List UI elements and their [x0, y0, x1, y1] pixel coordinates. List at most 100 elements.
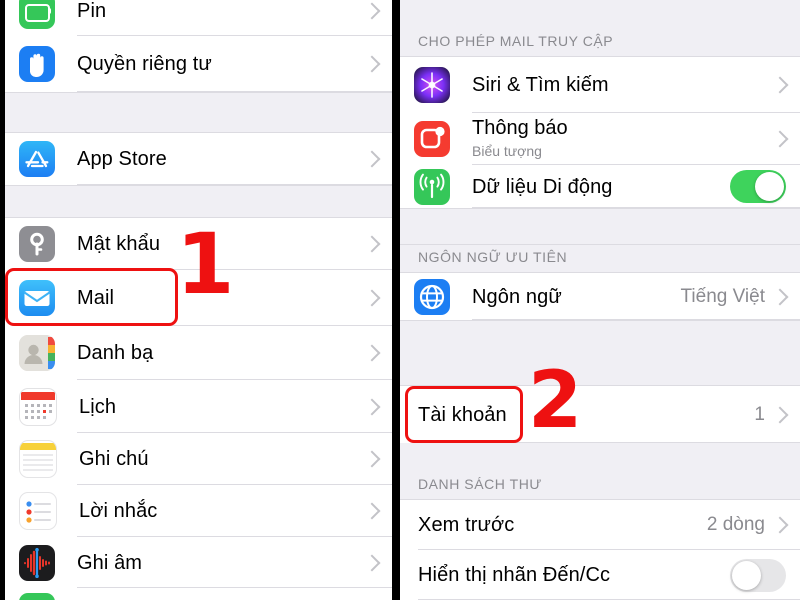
list-item-cellular-data[interactable]: Dữ liệu Di động — [400, 165, 800, 208]
notifications-icon — [414, 121, 450, 157]
row-title: Ghi âm — [77, 551, 143, 574]
row-title: Ghi chú — [79, 448, 149, 470]
toggle-show-to-cc[interactable] — [730, 558, 786, 592]
list-item-voicememos[interactable]: Ghi âm — [5, 537, 392, 588]
screenshot-root: Pin Quyền riêng tư App Store Mật khẩu Mail Da… — [0, 0, 800, 600]
row-title: Tài khoản — [418, 403, 507, 426]
list-item-notes[interactable]: Ghi chú — [5, 433, 392, 485]
section-gap-gap-after-appstore — [5, 185, 392, 218]
section-gap-gap-after-privacy — [5, 92, 392, 133]
chevron-right-icon — [363, 398, 381, 415]
row-title: Quyền riêng tư — [77, 53, 212, 75]
row-accessory: 2 dòng — [707, 514, 800, 536]
list-item-reminders[interactable]: Lời nhắc — [5, 485, 392, 537]
row-accessory — [363, 554, 392, 571]
row-accessory — [363, 289, 392, 307]
chevron-right-icon — [363, 502, 381, 520]
chevron-right-icon — [771, 406, 789, 423]
row-title: Mật khẩu — [77, 233, 161, 255]
notes-icon — [19, 440, 57, 478]
list-item-language[interactable]: Ngôn ngữ Tiếng Việt — [400, 273, 800, 320]
row-title: Dữ liệu Di động — [472, 175, 613, 198]
toggle-knob — [755, 172, 784, 201]
list-item-privacy[interactable]: Quyền riêng tư — [5, 36, 392, 92]
row-accessory — [363, 450, 392, 468]
row-accessory: 1 — [754, 404, 800, 426]
section-gap-gap-before-language — [400, 208, 800, 245]
row-separator — [77, 587, 392, 588]
contacts-icon — [19, 335, 55, 371]
chevron-right-icon — [363, 289, 381, 307]
row-accessory — [363, 55, 392, 73]
row-accessory — [363, 2, 392, 20]
row-accessory: Tiếng Việt — [681, 286, 800, 308]
chevron-right-icon — [771, 76, 789, 94]
passwords-key-icon — [19, 226, 55, 262]
siri-icon — [414, 67, 450, 103]
list-item-contacts[interactable]: Danh bạ — [5, 326, 392, 380]
chevron-right-icon — [771, 288, 789, 305]
row-accessory — [363, 235, 392, 253]
row-value: 1 — [754, 403, 765, 425]
mail-icon — [19, 280, 55, 316]
row-accessory — [771, 76, 800, 94]
language-globe-icon — [414, 278, 450, 315]
section-header-label: DANH SÁCH THƯ — [418, 476, 542, 492]
list-item-preview[interactable]: Xem trước 2 dòng — [400, 500, 800, 550]
row-separator — [77, 91, 392, 92]
green-app-icon — [19, 593, 55, 600]
chevron-right-icon — [363, 2, 381, 20]
row-subtitle: Biểu tượng — [472, 143, 542, 160]
toggle-cellular-data[interactable] — [730, 170, 786, 203]
cellular-data-icon — [414, 168, 450, 205]
row-title: Lời nhắc — [79, 500, 158, 522]
chevron-right-icon — [363, 450, 381, 468]
chevron-right-icon — [363, 55, 381, 73]
calendar-icon — [19, 387, 57, 426]
row-title: Danh bạ — [77, 342, 154, 364]
row-accessory — [771, 130, 800, 148]
battery-icon — [19, 0, 55, 29]
row-accessory — [363, 150, 392, 168]
chevron-right-icon — [771, 130, 789, 148]
chevron-right-icon — [363, 150, 381, 168]
list-item-accounts-row[interactable]: Tài khoản 1 — [400, 386, 800, 443]
panel-divider — [392, 0, 400, 600]
row-title: Hiển thị nhãn Đến/Cc — [418, 564, 611, 586]
voice-memos-icon — [19, 544, 55, 581]
section-gap-gap-before-accounts — [400, 320, 800, 386]
row-accessory — [363, 344, 392, 362]
step-1-num: 1 — [176, 215, 235, 313]
row-title: Ngôn ngữ — [472, 285, 562, 308]
row-value: Tiếng Việt — [680, 285, 766, 307]
chevron-right-icon — [363, 554, 381, 571]
row-accessory — [730, 558, 800, 592]
section-header-label: CHO PHÉP MAIL TRUY CẬP — [418, 33, 614, 49]
app-store-icon — [19, 141, 55, 177]
list-item-show-to-cc[interactable]: Hiển thị nhãn Đến/Cc — [400, 550, 800, 600]
row-value: 2 dòng — [706, 514, 765, 535]
row-label-block: Thông báo Biểu tượng — [472, 117, 568, 160]
row-accessory — [363, 502, 392, 520]
row-title: Thông báo — [472, 117, 568, 140]
privacy-hand-icon — [19, 46, 55, 82]
section-header-message-list: DANH SÁCH THƯ — [400, 443, 800, 500]
list-item-pin[interactable]: Pin — [5, 0, 392, 36]
row-separator — [472, 319, 800, 320]
chevron-right-icon — [363, 344, 381, 362]
reminders-icon — [19, 492, 57, 530]
row-separator — [77, 184, 392, 185]
list-item-next-app-icon[interactable] — [5, 591, 392, 600]
row-title: Siri & Tìm kiếm — [472, 74, 609, 96]
row-title: App Store — [77, 148, 167, 170]
row-title: Lịch — [79, 395, 117, 418]
list-item-siri-search[interactable]: Siri & Tìm kiếm — [400, 57, 800, 113]
row-accessory — [363, 398, 392, 415]
chevron-right-icon — [771, 516, 789, 534]
list-item-calendar[interactable]: Lịch — [5, 380, 392, 433]
list-item-appstore[interactable]: App Store — [5, 133, 392, 185]
list-item-notifications[interactable]: Thông báo Biểu tượng — [400, 113, 800, 165]
row-separator — [472, 207, 800, 208]
mail-settings-panel: CHO PHÉP MAIL TRUY CẬP Siri & Tìm kiếm Thô… — [400, 0, 800, 600]
section-header-allow-mail-access: CHO PHÉP MAIL TRUY CẬP — [400, 6, 800, 57]
